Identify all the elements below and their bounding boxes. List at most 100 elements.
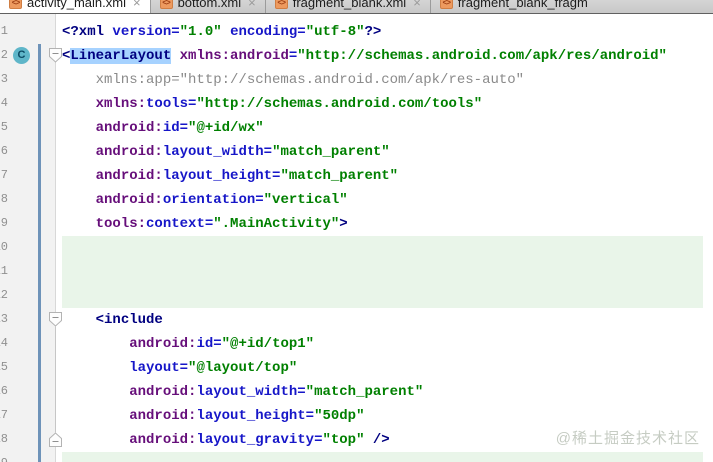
code-token: "vertical" (263, 192, 348, 208)
tab-label: fragment_blank.xml (292, 0, 407, 10)
watermark: @稀土掘金技术社区 (555, 430, 700, 447)
code-token: > (339, 216, 348, 232)
code-line[interactable] (62, 452, 713, 462)
fold-start-icon[interactable] (49, 312, 62, 327)
code-line[interactable]: android:orientation="vertical" (62, 188, 713, 212)
code-token: layout_height (196, 408, 306, 424)
code-token: android: (129, 432, 197, 448)
code-line[interactable]: android:layout_height="50dp" (62, 404, 713, 428)
code-token: = (179, 120, 189, 136)
code-token: android: (129, 408, 197, 424)
code-token: = (213, 336, 222, 352)
code-line[interactable]: layout="@layout/top" (62, 356, 713, 380)
code-line[interactable]: xmlns:app="http://schemas.android.com/ap… (62, 68, 713, 92)
code-token: encoding (230, 24, 298, 40)
code-token: LinearLayout (70, 48, 172, 64)
editor-window: <> activity_main.xml × <> bottom.xml × <> fragm… (0, 0, 713, 462)
code-line[interactable]: xmlns:tools="http://schemas.android.com/… (62, 92, 713, 116)
code-token: tools: (95, 216, 147, 232)
tab-activity_main-xml[interactable]: <> activity_main.xml × (0, 0, 151, 13)
editor-tabbar: <> activity_main.xml × <> bottom.xml × <> fragm… (0, 0, 713, 14)
code-token: "match_parent" (280, 168, 399, 184)
gutter-row: 16 (0, 380, 55, 404)
fold-start-icon[interactable] (49, 48, 62, 63)
tab-bottom-xml[interactable]: <> bottom.xml × (150, 0, 266, 13)
tab-label: activity_main.xml (27, 0, 126, 10)
fold-end-icon[interactable] (49, 432, 62, 447)
code-line[interactable]: android:id="@+id/top1" (62, 332, 713, 356)
code-token: context (146, 216, 205, 232)
code-editor[interactable]: <?xml version="1.0" encoding="utf-8"?> <L… (56, 14, 713, 462)
code-token: "http://schemas.android.com/tools" (196, 96, 483, 112)
fold-range-line (55, 327, 56, 432)
gutter-row: 15 (0, 356, 55, 380)
line-number: 5 (0, 120, 8, 134)
context-class-gutter-icon[interactable]: C (13, 47, 30, 64)
gutter-row: 9 (0, 212, 55, 236)
code-token: = (288, 48, 298, 64)
line-number: 13 (0, 312, 8, 326)
gutter-row: 3 (0, 68, 55, 92)
code-token: /> (372, 432, 390, 448)
gutter-row: 17 (0, 404, 55, 428)
xml-file-icon: <> (9, 0, 22, 9)
code-line[interactable] (62, 236, 713, 260)
code-token: layout_width (196, 384, 298, 400)
line-number: 11 (0, 264, 8, 278)
line-number: 18 (0, 432, 8, 446)
gutter: 12C345678910111213141516171819 (0, 14, 62, 462)
gutter-row: 2C (0, 44, 62, 68)
code-line[interactable] (62, 284, 713, 308)
code-line[interactable] (62, 260, 713, 284)
code-token: xmlns:app="http://schemas.android.com/ap… (62, 72, 525, 88)
changed-lines-bar (38, 44, 41, 462)
code-token: tools (146, 96, 189, 112)
code-token: "top" (322, 432, 365, 448)
code-token: ".MainActivity" (213, 216, 340, 232)
gutter-row: 8 (0, 188, 55, 212)
tab-close-icon[interactable]: × (248, 0, 256, 10)
gutter-row: 4 (0, 92, 55, 116)
code-line[interactable]: <include (62, 308, 713, 332)
code-token: android: (129, 336, 197, 352)
code-line[interactable]: tools:context=".MainActivity"> (62, 212, 713, 236)
code-token: android: (95, 144, 163, 160)
code-line[interactable]: android:layout_width="match_parent" (62, 380, 713, 404)
code-token: layout_gravity (196, 432, 315, 448)
line-number: 19 (0, 456, 8, 462)
code-token: "http://schemas.android.com/apk/res/andr… (297, 48, 667, 64)
code-token: <?xml (62, 24, 105, 40)
line-number: 17 (0, 408, 8, 422)
code-token: android: (95, 192, 163, 208)
tab-close-icon[interactable]: × (413, 0, 421, 10)
tab-label: bottom.xml (177, 0, 242, 10)
line-number: 14 (0, 336, 8, 350)
tab-close-icon[interactable]: × (133, 0, 141, 10)
code-line[interactable]: <?xml version="1.0" encoding="utf-8"?> (62, 20, 713, 44)
line-number: 16 (0, 384, 8, 398)
code-token: <include (95, 312, 163, 328)
code-token: layout_width (162, 144, 264, 160)
gutter-row: 10 (0, 236, 55, 260)
code-line[interactable]: android:id="@+id/wx" (62, 116, 713, 140)
code-line[interactable]: android:layout_height="match_parent" (62, 164, 713, 188)
code-line[interactable]: <LinearLayout xmlns:android="http://sche… (62, 44, 713, 68)
line-number: 15 (0, 360, 8, 374)
code-token: = (297, 24, 306, 40)
tab-fragment_blank-xml[interactable]: <> fragment_blank.xml × (265, 0, 431, 13)
gutter-row: 18 (0, 428, 62, 452)
tab-fragment_blank_fragm[interactable]: <> fragment_blank_fragm (430, 0, 713, 13)
code-line[interactable]: android:layout_width="match_parent" (62, 140, 713, 164)
